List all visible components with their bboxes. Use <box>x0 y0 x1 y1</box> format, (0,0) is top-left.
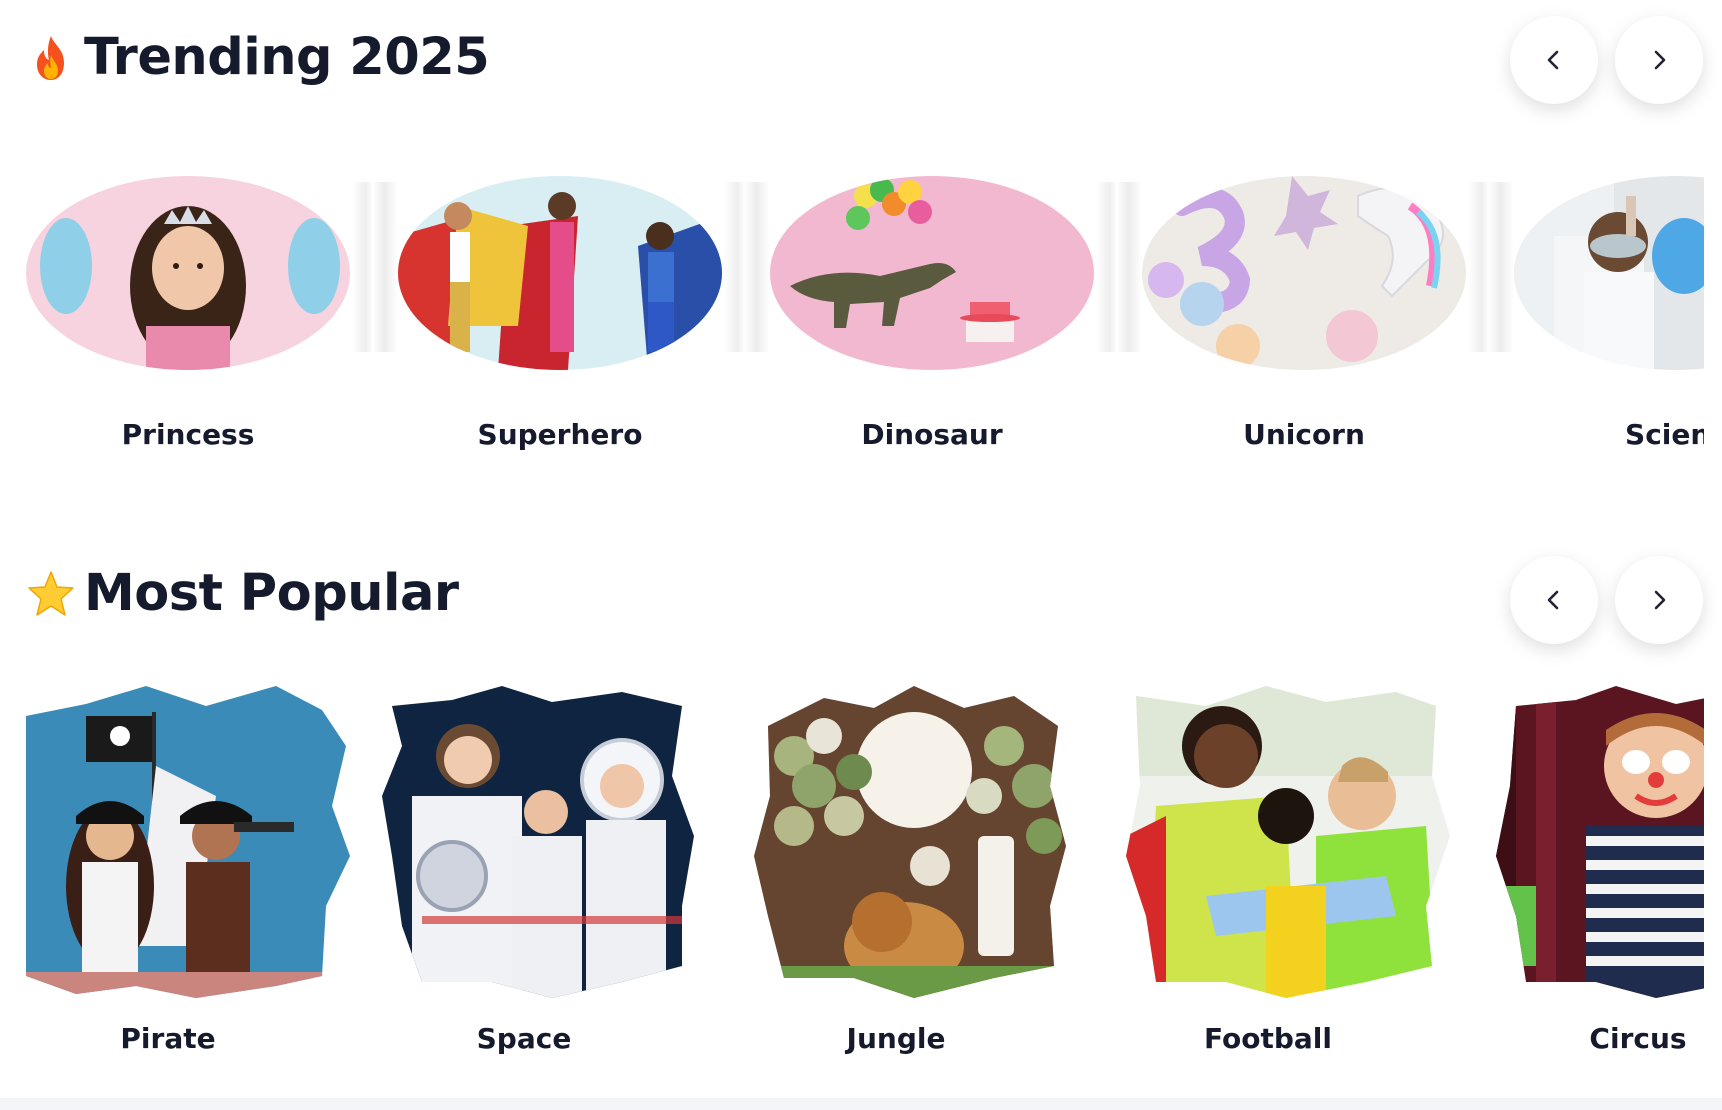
jungle-image <box>754 686 1078 998</box>
theme-label: Pirate <box>120 1022 216 1055</box>
card-divider <box>1468 182 1514 352</box>
page-bottom-strip <box>0 1098 1722 1110</box>
superhero-image <box>398 176 722 370</box>
trending-section: Trending 2025 Princess Superhero Dinosau… <box>0 0 1722 540</box>
theme-label: Space <box>476 1022 572 1055</box>
popular-title-text: Most Popular <box>84 564 459 623</box>
theme-label: Princess <box>121 418 255 451</box>
trending-prev-button[interactable] <box>1510 16 1598 104</box>
theme-label: Superhero <box>477 418 643 451</box>
fire-icon <box>26 33 76 83</box>
trending-title: Trending 2025 <box>26 28 490 87</box>
theme-label: Scienc <box>1625 418 1704 451</box>
pirate-image <box>26 686 350 998</box>
card-divider <box>352 182 398 352</box>
trending-title-text: Trending 2025 <box>84 28 490 87</box>
trending-carousel[interactable]: Princess Superhero Dinosaur Unicorn Scie… <box>26 176 1704 476</box>
space-image <box>382 686 706 998</box>
popular-next-button[interactable] <box>1615 556 1703 644</box>
theme-label: Jungle <box>846 1022 946 1055</box>
dinosaur-image <box>770 176 1094 370</box>
science-image <box>1514 176 1704 370</box>
popular-section: Most Popular Pirate Space Jungle Footbal… <box>0 536 1722 1096</box>
trending-next-button[interactable] <box>1615 16 1703 104</box>
princess-image <box>26 176 350 370</box>
theme-label: Football <box>1204 1022 1332 1055</box>
unicorn-image <box>1142 176 1466 370</box>
popular-title: Most Popular <box>26 564 459 623</box>
theme-label: Dinosaur <box>861 418 1003 451</box>
chevron-left-icon <box>1547 590 1559 610</box>
football-image <box>1126 686 1450 998</box>
card-divider <box>724 182 770 352</box>
star-icon <box>26 569 76 619</box>
chevron-right-icon <box>1654 50 1666 70</box>
circus-image <box>1496 686 1704 998</box>
theme-label: Unicorn <box>1243 418 1365 451</box>
theme-label: Circus <box>1589 1022 1687 1055</box>
chevron-left-icon <box>1547 50 1559 70</box>
popular-carousel[interactable]: Pirate Space Jungle Football Circus <box>26 686 1704 1106</box>
popular-prev-button[interactable] <box>1510 556 1598 644</box>
chevron-right-icon <box>1654 590 1666 610</box>
card-divider <box>1096 182 1142 352</box>
